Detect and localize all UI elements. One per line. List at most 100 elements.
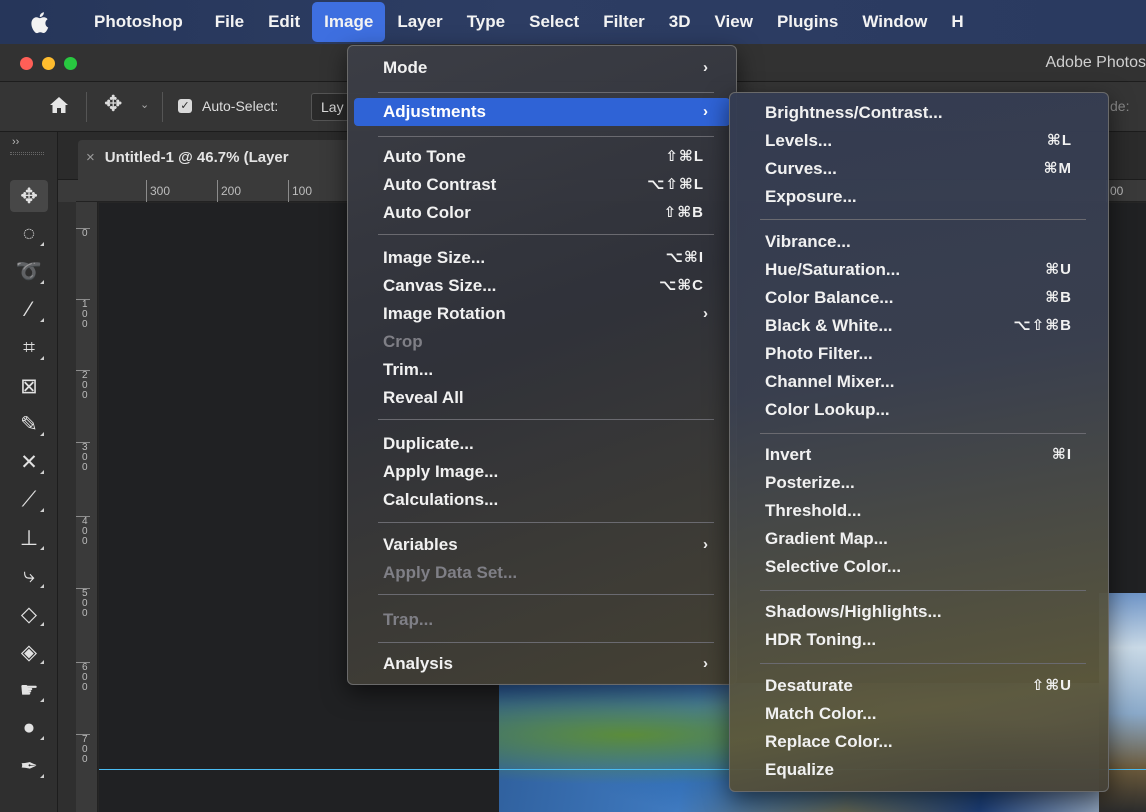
menu-item-channel-mixer[interactable]: Channel Mixer... [736,368,1102,396]
adjustments-submenu: Brightness/Contrast... Levels... ⌘L Curve… [729,92,1109,792]
menu-item-analysis[interactable]: Analysis › [354,650,730,678]
paint-bucket-tool[interactable]: ◈ [10,636,48,668]
menu-item-image-size[interactable]: Image Size... ⌥⌘I [354,244,730,272]
menu-item-desaturate[interactable]: Desaturate ⇧⌘U [736,672,1102,700]
options-right-label: de: [1110,98,1130,114]
menu-item-selective-color[interactable]: Selective Color... [736,553,1102,581]
menu-item-canvas-size[interactable]: Canvas Size... ⌥⌘C [354,272,730,300]
menu-item-color-balance[interactable]: Color Balance... ⌘B [736,284,1102,312]
eyedropper-tool[interactable]: ✎ [10,408,48,440]
menu-filter[interactable]: Filter [591,0,657,44]
document-tab-title: Untitled-1 @ 46.7% (Layer [104,149,289,166]
menu-item-apply-image[interactable]: Apply Image... [354,458,730,486]
menu-image[interactable]: Image [312,2,386,42]
menu-item-color-lookup[interactable]: Color Lookup... [736,396,1102,424]
shortcut-label: ⌘M [1043,160,1072,177]
menu-item-gradient-map[interactable]: Gradient Map... [736,525,1102,553]
dodge-tool[interactable]: ● [10,712,48,744]
menu-item-label: Duplicate... [383,434,474,453]
maximize-window-button[interactable] [64,57,77,70]
menu-item-brightness-contrast[interactable]: Brightness/Contrast... [736,99,1102,127]
menu-item-mode[interactable]: Mode › [354,54,730,82]
menu-item-duplicate[interactable]: Duplicate... [354,430,730,458]
home-button[interactable] [48,94,70,119]
menu-item-black-white[interactable]: Black & White... ⌥⇧⌘B [736,312,1102,340]
minimize-window-button[interactable] [42,57,55,70]
menu-item-label: Equalize [765,760,834,779]
auto-select-checkbox[interactable]: ✓ [178,99,192,113]
menu-item-variables[interactable]: Variables › [354,531,730,559]
menu-item-image-rotation[interactable]: Image Rotation › [354,300,730,328]
menu-item-vibrance[interactable]: Vibrance... [736,228,1102,256]
menu-edit[interactable]: Edit [256,0,312,44]
menu-item-trim[interactable]: Trim... [354,356,730,384]
vertical-ruler[interactable]: 0 100 200 300 400 500 600 700 [76,202,98,812]
lasso-tool[interactable]: ➰ [10,256,48,288]
menu-help[interactable]: H [939,0,975,44]
smudge-tool[interactable]: ☛ [10,674,48,706]
menu-item-auto-contrast[interactable]: Auto Contrast ⌥⇧⌘L [354,171,730,199]
apple-menu[interactable] [0,11,78,34]
window-title: Adobe Photos [1045,54,1146,71]
smudge-icon: ☛ [19,678,39,702]
frame-tool[interactable]: ⊠ [10,370,48,402]
menu-photoshop[interactable]: Photoshop [78,0,203,44]
menu-item-adjustments[interactable]: Adjustments › [354,98,730,126]
magic-wand-tool[interactable]: ⁄ [10,294,48,326]
image-menu-dropdown: Mode › Adjustments › Auto Tone ⇧⌘L Auto Con… [347,45,737,685]
pen-tool[interactable]: ✒ [10,750,48,782]
brush-tool[interactable]: ⟋ [10,484,48,516]
menu-item-match-color[interactable]: Match Color... [736,700,1102,728]
menu-type[interactable]: Type [455,0,517,44]
menu-item-exposure[interactable]: Exposure... [736,183,1102,211]
menu-item-label: Channel Mixer... [765,372,895,391]
menu-item-reveal-all[interactable]: Reveal All [354,384,730,412]
menu-item-label: Hue/Saturation... [765,260,901,279]
submenu-arrow-icon: › [703,536,708,553]
menu-item-label: Trim... [383,360,434,379]
menu-item-posterize[interactable]: Posterize... [736,469,1102,497]
menu-layer[interactable]: Layer [385,0,454,44]
menu-item-equalize[interactable]: Equalize [736,756,1102,784]
menu-plugins[interactable]: Plugins [765,0,850,44]
menu-item-hue-saturation[interactable]: Hue/Saturation... ⌘U [736,256,1102,284]
crop-tool[interactable]: ⌗ [10,332,48,364]
document-tab[interactable]: × Untitled-1 @ 46.7% (Layer [78,140,378,180]
menu-item-threshold[interactable]: Threshold... [736,497,1102,525]
menu-item-calculations[interactable]: Calculations... [354,486,730,514]
menu-item-photo-filter[interactable]: Photo Filter... [736,340,1102,368]
menu-item-replace-color[interactable]: Replace Color... [736,728,1102,756]
ruler-tick-label: 700 [76,734,90,765]
menu-item-auto-color[interactable]: Auto Color ⇧⌘B [354,199,730,227]
menu-item-hdr-toning[interactable]: HDR Toning... [736,626,1102,654]
panel-grip[interactable] [10,152,44,155]
eraser-tool[interactable]: ◇ [10,598,48,630]
tool-preset-dropdown[interactable]: ⌄ [140,98,149,111]
collapse-panel-icon[interactable]: ›› [12,136,19,148]
menu-item-shadows-highlights[interactable]: Shadows/Highlights... [736,598,1102,626]
menu-item-invert[interactable]: Invert ⌘I [736,441,1102,469]
history-brush-tool[interactable]: ⤷ [10,560,48,592]
menu-item-label: Threshold... [765,501,862,520]
move-tool[interactable]: ✥ [10,180,48,212]
menu-item-auto-tone[interactable]: Auto Tone ⇧⌘L [354,143,730,171]
marquee-tool[interactable]: ◌ [10,218,48,250]
healing-tool[interactable]: ✕ [10,446,48,478]
menu-item-label: Color Lookup... [765,400,890,419]
menu-item-levels[interactable]: Levels... ⌘L [736,127,1102,155]
menu-item-label: Analysis [383,654,453,673]
close-window-button[interactable] [20,57,33,70]
shortcut-label: ⇧⌘L [665,148,704,165]
menu-window[interactable]: Window [850,0,939,44]
menu-item-curves[interactable]: Curves... ⌘M [736,155,1102,183]
menu-3d[interactable]: 3D [657,0,703,44]
menu-select[interactable]: Select [517,0,591,44]
pen-icon: ✒ [20,754,38,778]
menu-view[interactable]: View [703,0,765,44]
marquee-icon: ◌ [22,222,36,245]
menu-file[interactable]: File [203,0,256,44]
ruler-tick-label: 0 [76,228,90,239]
clone-stamp-tool[interactable]: ⊥ [10,522,48,554]
move-tool-icon[interactable]: ✥ [104,91,122,117]
close-document-icon[interactable]: × [86,149,95,166]
